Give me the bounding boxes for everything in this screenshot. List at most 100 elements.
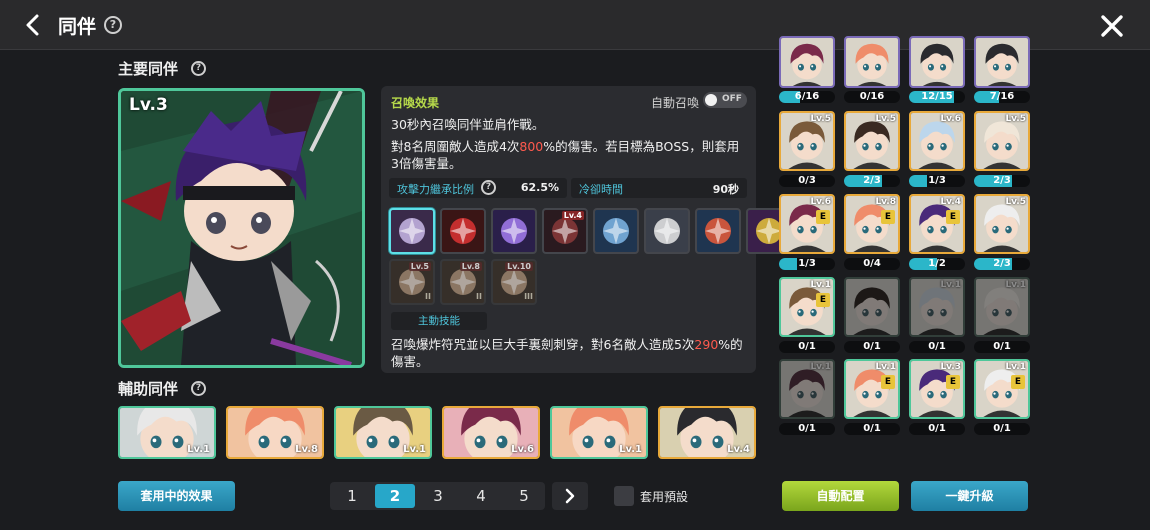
skill-level-tag: Lv.10	[505, 262, 533, 271]
active-skill-tag: 主動技能	[391, 312, 487, 330]
equipped-badge-icon: E	[881, 210, 895, 224]
support-companion-card[interactable]: Lv.1	[550, 406, 648, 459]
skill-slot[interactable]	[491, 208, 537, 254]
shard-progress-bar: 6/16	[779, 91, 835, 103]
close-icon[interactable]	[1100, 14, 1124, 38]
companion-grid-cell[interactable]: Lv.5	[974, 111, 1030, 171]
red-burst-icon	[450, 218, 476, 244]
stat-attack-inherit: 攻擊力繼承比例 ? 62.5%	[389, 178, 567, 198]
upgrade-all-button[interactable]: 一鍵升級	[911, 481, 1028, 511]
stat-help-icon[interactable]: ?	[481, 180, 496, 195]
companion-grid-cell[interactable]: Lv.6 E	[779, 194, 835, 254]
shard-progress-bar: 0/1	[779, 423, 835, 435]
skill-slot[interactable]: Lv.5 II	[389, 259, 435, 305]
shard-count: 1/2	[928, 258, 946, 269]
companion-level: Lv.1	[1005, 362, 1026, 372]
main-companion-help-icon[interactable]: ?	[191, 61, 206, 76]
companion-grid-cell[interactable]: Lv.8 E	[844, 194, 900, 254]
companion-grid-cell[interactable]: Lv.5	[974, 194, 1030, 254]
skill-slot[interactable]	[695, 208, 741, 254]
auto-summon-toggle[interactable]: OFF	[703, 92, 747, 108]
apply-preset-checkbox[interactable]	[614, 486, 634, 506]
support-companion-help-icon[interactable]: ?	[191, 381, 206, 396]
companion-grid-cell[interactable]	[974, 36, 1030, 88]
stat-cooldown-label: 冷卻時間	[579, 183, 623, 196]
skill-slot[interactable]	[440, 208, 486, 254]
companion-grid-cell[interactable]	[779, 36, 835, 88]
page-5-button[interactable]: 5	[504, 484, 544, 508]
purple-orb-icon	[501, 218, 527, 244]
companion-grid-cell[interactable]: Lv.6	[909, 111, 965, 171]
companion-level: Lv.5	[1005, 114, 1026, 124]
companion-grid-cell[interactable]	[909, 36, 965, 88]
page-1-button[interactable]: 1	[332, 484, 372, 508]
companion-level: Lv.3	[940, 362, 961, 372]
skill-slot[interactable]: Lv.8 II	[440, 259, 486, 305]
shard-progress-bar: 0/1	[909, 341, 965, 353]
skill-slot[interactable]	[644, 208, 690, 254]
chevron-right-icon	[565, 488, 575, 504]
main-companion-portrait	[121, 91, 362, 365]
toggle-knob	[705, 94, 717, 106]
summon-damage-value: 800	[519, 139, 544, 154]
companion-grid-cell[interactable]: Lv.5	[779, 111, 835, 171]
companion-grid-cell[interactable]: Lv.1	[779, 359, 835, 419]
support-companion-card[interactable]: Lv.1	[118, 406, 216, 459]
shard-progress-bar: 7/16	[974, 91, 1030, 103]
shard-count: 0/1	[798, 423, 816, 434]
companion-grid-cell[interactable]: Lv.4 E	[909, 194, 965, 254]
support-companion-card[interactable]: Lv.6	[442, 406, 540, 459]
companion-grid-cell[interactable]: Lv.1	[974, 277, 1030, 337]
companion-grid-cell[interactable]: Lv.1 E	[779, 277, 835, 337]
shard-progress-bar: 0/16	[844, 91, 900, 103]
skill-slot[interactable]: Lv.10 III	[491, 259, 537, 305]
support-companion-card[interactable]: Lv.8	[226, 406, 324, 459]
companion-grid-cell[interactable]: Lv.3 E	[909, 359, 965, 419]
help-icon[interactable]: ?	[104, 16, 122, 34]
companion-level: Lv.1	[1005, 280, 1026, 290]
page-4-button[interactable]: 4	[461, 484, 501, 508]
page-2-button[interactable]: 2	[375, 484, 415, 508]
companion-grid-cell[interactable]: Lv.1 E	[844, 359, 900, 419]
shard-progress-bar: 1/3	[909, 175, 965, 187]
companion-portrait	[846, 38, 898, 86]
companion-grid-cell[interactable]	[844, 277, 900, 337]
fist-burst-icon	[654, 218, 680, 244]
companion-level: Lv.8	[875, 197, 896, 207]
companion-level: Lv.6	[810, 197, 831, 207]
back-arrow-icon[interactable]	[22, 13, 46, 37]
next-page-button[interactable]	[552, 482, 588, 510]
page-3-button[interactable]: 3	[418, 484, 458, 508]
companion-grid-cell[interactable]: Lv.5	[844, 111, 900, 171]
shard-count: 2/3	[993, 175, 1011, 186]
blade-icon	[603, 218, 629, 244]
shard-count: 1/3	[798, 258, 816, 269]
summon-effect-heading: 召喚效果	[391, 96, 440, 110]
shard-count: 0/1	[928, 341, 946, 352]
skill-slot[interactable]	[593, 208, 639, 254]
equipped-badge-icon: E	[1011, 375, 1025, 389]
shard-progress-bar: 0/1	[909, 423, 965, 435]
skill-slot[interactable]: Lv.4	[542, 208, 588, 254]
support-companion-level: Lv.1	[619, 444, 642, 455]
skill-slot[interactable]	[389, 208, 435, 254]
skill-level-tag: Lv.8	[459, 262, 482, 271]
summon-desc-line2: 對8名周圍敵人造成4次800%的傷害。若目標為BOSS，則套用3倍傷害量。	[391, 138, 741, 172]
shard-progress-bar: 1/3	[779, 258, 835, 270]
stat-cooldown: 冷卻時間 90秒	[571, 178, 747, 198]
shard-progress-bar: 2/3	[974, 258, 1030, 270]
support-companion-card[interactable]: Lv.4	[658, 406, 756, 459]
applied-effects-button[interactable]: 套用中的效果	[118, 481, 235, 511]
stat-attack-inherit-label: 攻擊力繼承比例	[397, 183, 474, 196]
support-companion-card[interactable]: Lv.1	[334, 406, 432, 459]
auto-assign-button[interactable]: 自動配置	[782, 481, 899, 511]
shard-count: 2/3	[993, 258, 1011, 269]
main-companion-card[interactable]: Lv.3	[118, 88, 365, 368]
shard-progress-bar: 0/1	[974, 341, 1030, 353]
companion-grid-cell[interactable]: Lv.1	[909, 277, 965, 337]
companion-grid-cell[interactable]: Lv.1 E	[974, 359, 1030, 419]
companion-level: Lv.1	[810, 280, 831, 290]
auto-summon-label: 自動召喚	[651, 96, 700, 110]
companion-grid-cell[interactable]	[844, 36, 900, 88]
toggle-state-text: OFF	[722, 94, 742, 104]
